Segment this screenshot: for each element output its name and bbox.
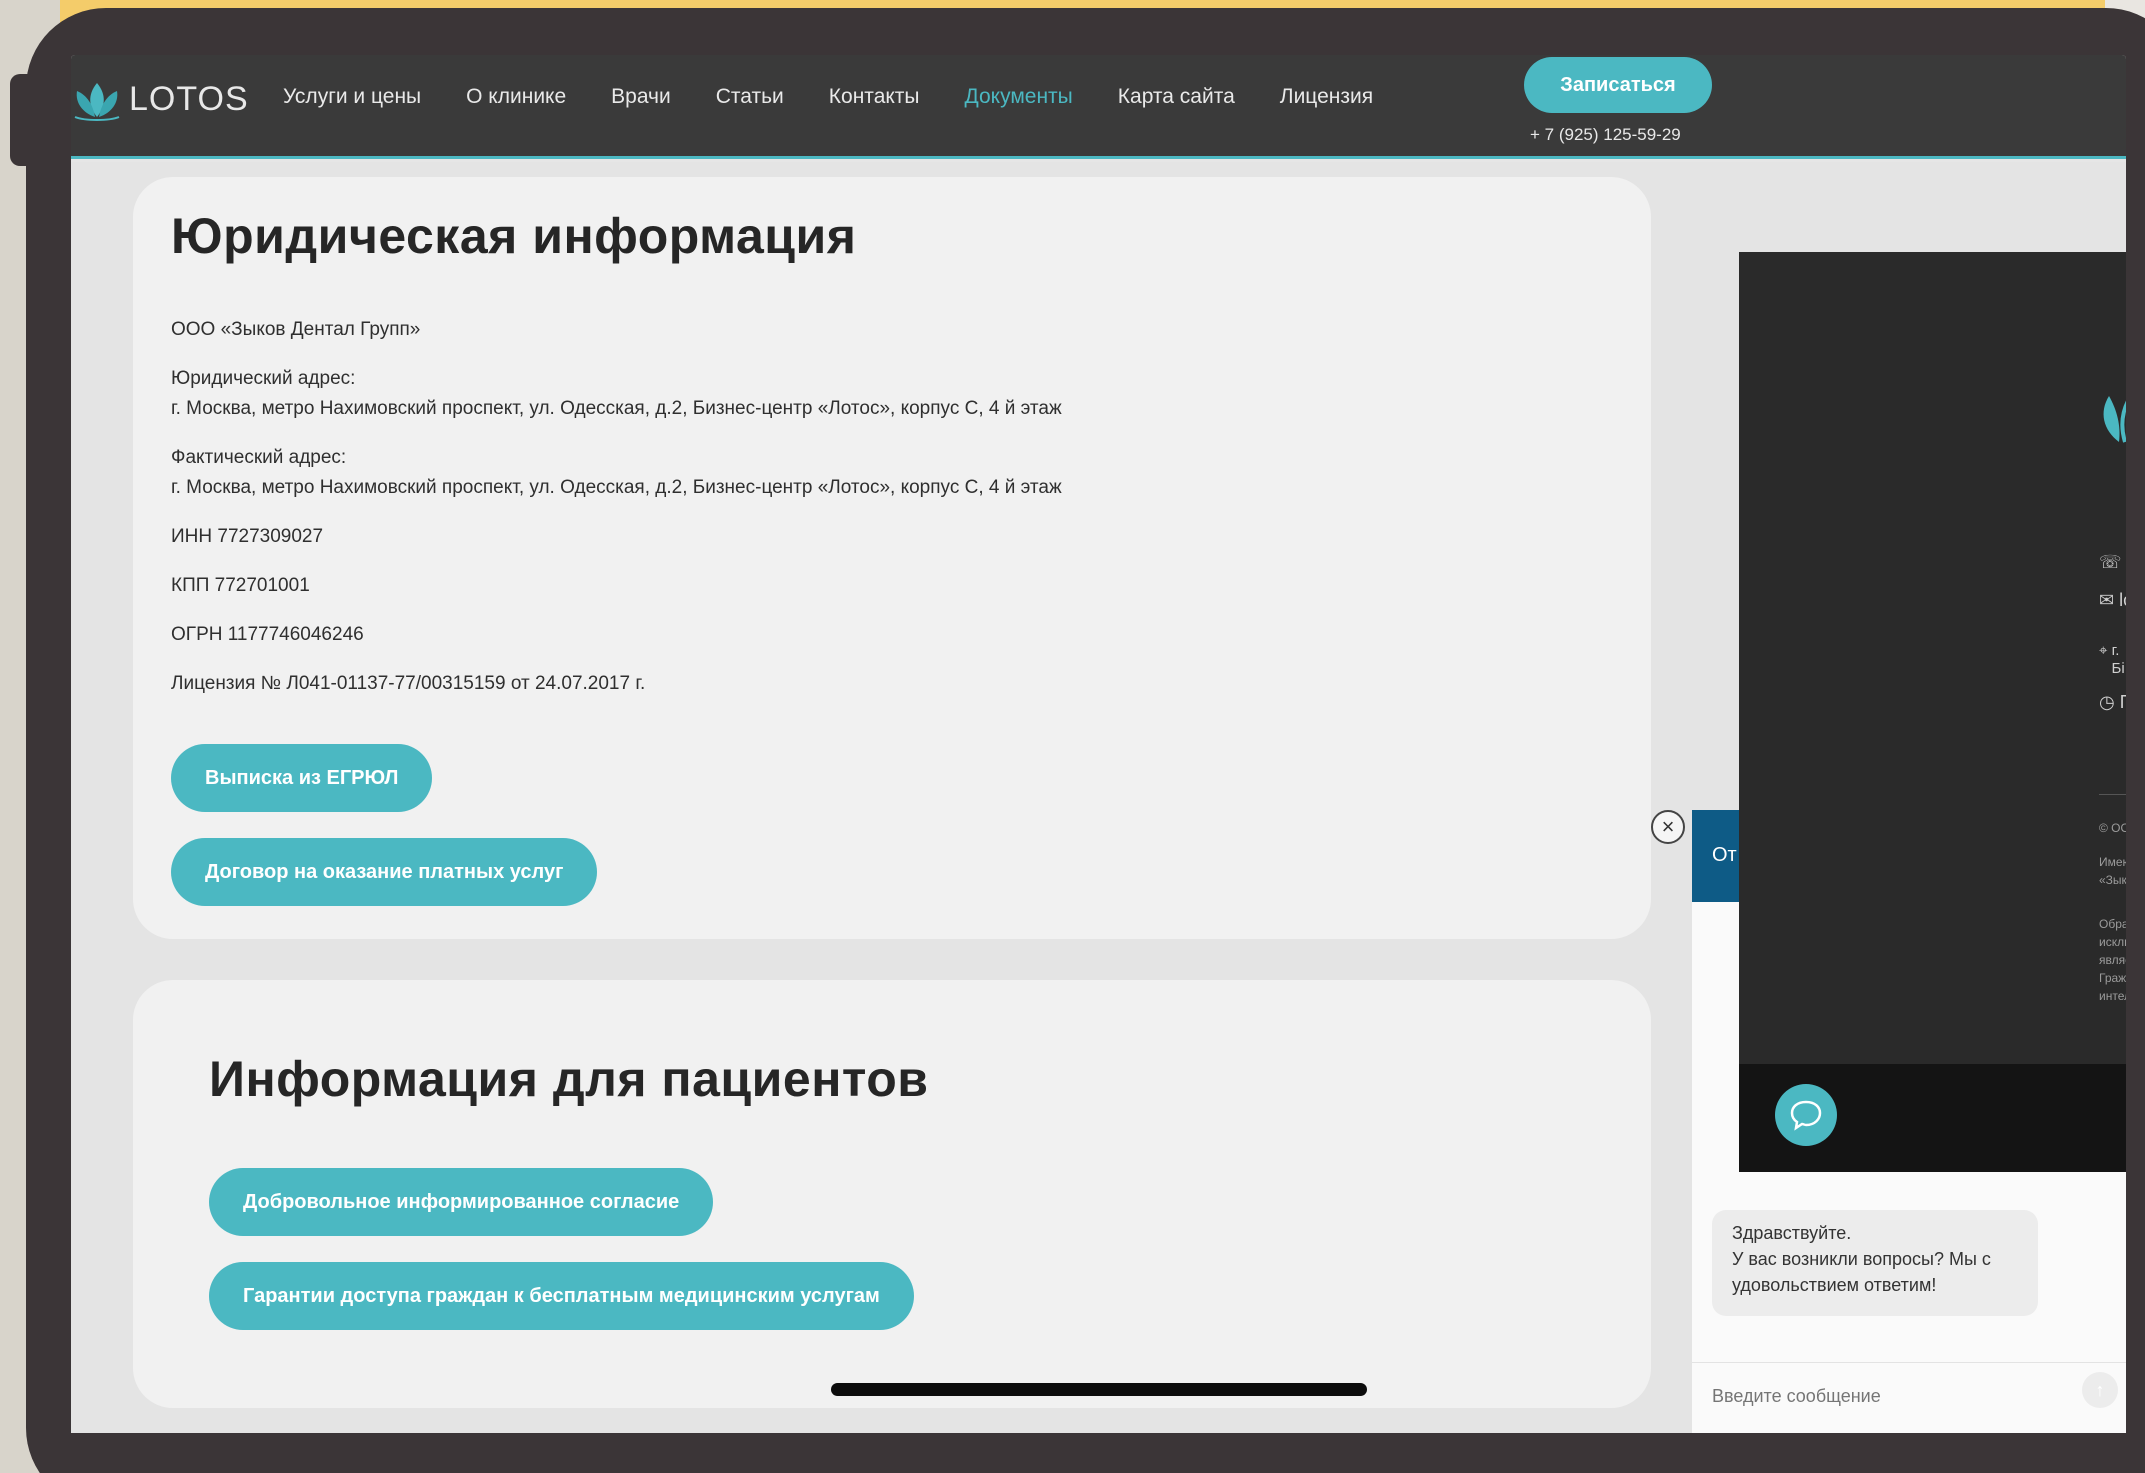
clock-icon: ◷ П xyxy=(2099,692,2126,713)
informed-consent-button[interactable]: Добровольное информированное согласие xyxy=(209,1168,714,1236)
patients-info-title: Информация для пациентов xyxy=(209,1051,929,1107)
actual-address-value: г. Москва, метро Нахимовский проспект, у… xyxy=(171,477,1062,498)
browser-screen: LOTOS Услуги и цены О клинике Врачи Стат… xyxy=(71,55,2126,1433)
chat-header-text: От xyxy=(1712,844,1737,866)
nav-item-about[interactable]: О клинике xyxy=(466,85,566,109)
dark-hours-text: П xyxy=(2120,692,2126,712)
company-name: ООО «Зыков Дентал Групп» xyxy=(171,319,421,340)
patients-info-card: Информация для пациентов Добровольное ин… xyxy=(133,980,1651,1408)
chat-input-divider xyxy=(1692,1362,2126,1363)
dark-divider xyxy=(2099,794,2126,795)
egrul-extract-button[interactable]: Выписка из ЕГРЮЛ xyxy=(171,744,433,812)
chat-message-input[interactable] xyxy=(1712,1378,2052,1414)
dark-text-7: интелл xyxy=(2099,989,2126,1003)
dark-text-3: Обращ xyxy=(2099,917,2126,931)
paid-services-contract-button[interactable]: Договор на оказание платных услуг xyxy=(171,838,598,906)
nav-item-doctors[interactable]: Врачи xyxy=(611,85,671,109)
legal-info-details: ООО «Зыков Дентал Групп» Юридический адр… xyxy=(171,315,1062,718)
phone-icon: ☏ + xyxy=(2099,552,2126,572)
site-header: LOTOS Услуги и цены О клинике Врачи Стат… xyxy=(71,55,2126,159)
nav-item-services[interactable]: Услуги и цены xyxy=(283,85,421,109)
dark-panel-bottom-bar xyxy=(1739,1064,2126,1172)
chat-greeting-line-3: удовольствием ответим! xyxy=(1732,1275,1937,1295)
header-phone[interactable]: + 7 (925) 125-59-29 xyxy=(1530,125,1681,145)
legal-address-label: Юридический адрес: xyxy=(171,368,356,389)
license-number: Лицензия № Л041-01137-77/00315159 от 24.… xyxy=(171,673,646,694)
actual-address: Фактический адрес: г. Москва, метро Нахи… xyxy=(171,443,1062,503)
ogrn: ОГРН 1177746046246 xyxy=(171,624,364,645)
chat-send-button[interactable]: ↑ xyxy=(2082,1372,2118,1408)
nav-item-documents[interactable]: Документы xyxy=(965,85,1073,109)
chat-greeting-message: Здравствуйте. У вас возникли вопросы? Мы… xyxy=(1712,1210,2038,1316)
dark-text-4: исклю xyxy=(2099,935,2126,949)
send-arrow-icon: ↑ xyxy=(2095,1379,2105,1400)
logo-text: LOTOS xyxy=(129,79,249,118)
chat-bubble-icon xyxy=(1790,1100,1822,1131)
dark-email-text: lc xyxy=(2119,590,2126,610)
dark-text-5: являет xyxy=(2099,953,2126,967)
chat-open-button[interactable] xyxy=(1775,1084,1837,1146)
site-logo[interactable]: LOTOS xyxy=(71,73,249,125)
nav-item-sitemap[interactable]: Карта сайта xyxy=(1118,85,1235,109)
free-services-guarantees-button[interactable]: Гарантии доступа граждан к бесплатным ме… xyxy=(209,1262,914,1330)
main-nav: Услуги и цены О клинике Врачи Статьи Кон… xyxy=(283,85,1418,109)
lotus-icon xyxy=(74,83,120,121)
nav-item-contacts[interactable]: Контакты xyxy=(829,85,920,109)
signup-button[interactable]: Записаться xyxy=(1524,57,1712,113)
home-indicator xyxy=(831,1383,1367,1396)
mail-icon: ✉ lc xyxy=(2099,590,2126,611)
nav-item-license[interactable]: Лицензия xyxy=(1280,85,1373,109)
kpp: КПП 772701001 xyxy=(171,575,310,596)
legal-info-card: Юридическая информация ООО «Зыков Дентал… xyxy=(133,177,1651,939)
dark-text-2: «Зыков xyxy=(2099,873,2126,887)
dark-address-text-1: г. xyxy=(2111,642,2120,659)
nav-item-articles[interactable]: Статьи xyxy=(716,85,784,109)
actual-address-label: Фактический адрес: xyxy=(171,447,347,468)
tablet-frame-edge xyxy=(10,74,80,166)
location-icon: ⌖ г. Бі xyxy=(2099,642,2125,677)
chat-close-button[interactable]: × xyxy=(1651,810,1685,844)
lotus-icon xyxy=(2103,396,2126,443)
chat-greeting-line-2: У вас возникли вопросы? Мы с xyxy=(1732,1249,1991,1269)
close-icon: × xyxy=(1661,814,1675,839)
chat-greeting-line-1: Здравствуйте. xyxy=(1732,1223,1852,1243)
dark-text-6: Гражд xyxy=(2099,971,2126,985)
dark-address-text-2: Бі xyxy=(2111,660,2125,677)
dark-text-1: Имеют xyxy=(2099,855,2126,869)
dark-overlay-panel: ☏ + ✉ lc ⌖ г. Бі ◷ П © ООО Имеют «Зыков … xyxy=(1739,252,2126,1172)
legal-address-value: г. Москва, метро Нахимовский проспект, у… xyxy=(171,398,1062,419)
legal-address: Юридический адрес: г. Москва, метро Нахи… xyxy=(171,364,1062,424)
legal-info-title: Юридическая информация xyxy=(171,208,857,264)
inn: ИНН 7727309027 xyxy=(171,526,324,547)
dark-copyright: © ООО xyxy=(2099,821,2126,835)
